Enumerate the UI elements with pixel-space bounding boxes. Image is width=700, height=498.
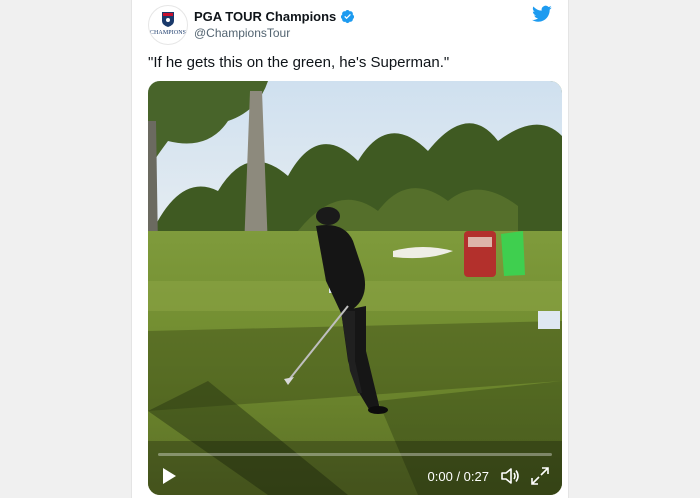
avatar-brand-text: CHAMPIONS bbox=[149, 30, 187, 36]
volume-icon[interactable] bbox=[500, 466, 520, 486]
fullscreen-icon[interactable] bbox=[530, 466, 550, 486]
tweet-header: CHAMPIONS PGA TOUR Champions @ChampionsT… bbox=[148, 5, 552, 45]
play-icon[interactable] bbox=[160, 467, 178, 485]
video-player[interactable]: 0:00 / 0:27 bbox=[148, 81, 562, 495]
video-controls: 0:00 / 0:27 bbox=[148, 453, 562, 495]
verified-badge-icon bbox=[341, 9, 355, 23]
twitter-bird-icon[interactable] bbox=[532, 5, 552, 23]
video-time-display: 0:00 / 0:27 bbox=[427, 469, 489, 484]
pga-tour-shield-icon bbox=[162, 12, 174, 27]
account-handle[interactable]: @ChampionsTour bbox=[194, 26, 355, 40]
account-names: PGA TOUR Champions @ChampionsTour bbox=[194, 7, 355, 40]
display-name[interactable]: PGA TOUR Champions bbox=[194, 9, 336, 24]
video-progress-bar[interactable] bbox=[158, 453, 552, 456]
tweet-text: "If he gets this on the green, he's Supe… bbox=[148, 54, 450, 71]
avatar[interactable]: CHAMPIONS bbox=[148, 5, 188, 45]
video-frame bbox=[148, 81, 562, 495]
tweet-card: CHAMPIONS PGA TOUR Champions @ChampionsT… bbox=[131, 0, 569, 498]
